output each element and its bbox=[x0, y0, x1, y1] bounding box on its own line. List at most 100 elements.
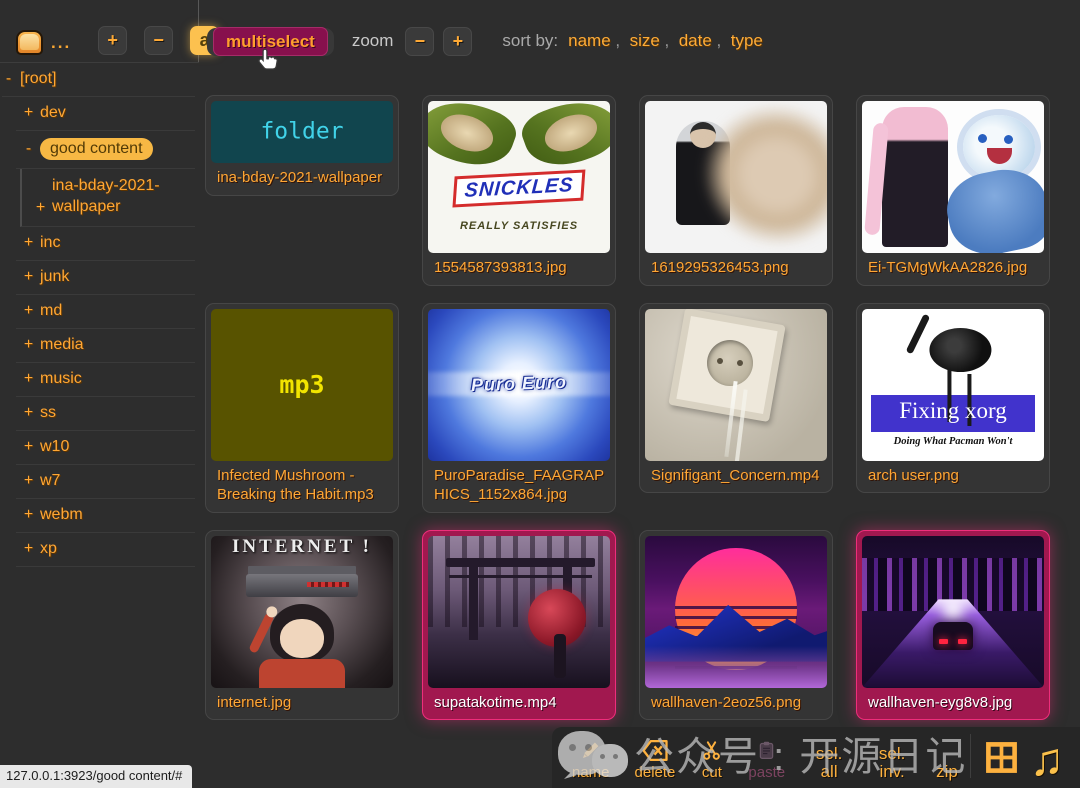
tree-toggle-icon[interactable]: + bbox=[22, 370, 35, 388]
file-tile-arch-user-png[interactable]: Fixing xorgDoing What Pacman Won'tarch u… bbox=[856, 303, 1050, 494]
logo-dots[interactable]: ... bbox=[51, 34, 71, 55]
tree-toggle-icon[interactable]: + bbox=[22, 438, 35, 456]
file-tile-wallhaven-2eoz56-png[interactable]: wallhaven-2eoz56.png bbox=[639, 530, 833, 721]
clipboard-icon bbox=[756, 738, 777, 762]
file-grid: folderina-bday-2021-wallpaperSNICKLESREA… bbox=[205, 95, 1050, 720]
thumbnail-snickles: SNICKLESREALLY SATISFIES bbox=[428, 101, 610, 253]
thumb-text: Puro Euro bbox=[471, 371, 568, 395]
action-sel-inv[interactable]: sel. inv. bbox=[873, 745, 911, 781]
tree-item-label: media bbox=[40, 336, 84, 354]
tree-item-label: dev bbox=[40, 104, 66, 122]
action-paste[interactable]: paste bbox=[748, 738, 785, 781]
tree-toggle-icon[interactable]: + bbox=[34, 199, 47, 217]
folder-tile-ina-bday-2021-wallpaper[interactable]: folderina-bday-2021-wallpaper bbox=[205, 95, 399, 196]
view-controls: ♫ bbox=[983, 737, 1065, 781]
art-layer bbox=[882, 107, 948, 247]
action-zip[interactable]: zip bbox=[936, 763, 958, 781]
zoom-in-button[interactable]: + bbox=[443, 27, 472, 56]
music-note-icon[interactable]: ♫ bbox=[1030, 737, 1065, 781]
tree-item-inc[interactable]: + inc bbox=[16, 227, 195, 261]
tree-item-label: [root] bbox=[20, 70, 56, 88]
topbar-left-controls: ... + − a bbox=[0, 0, 199, 62]
folder-tree: -[root]+dev-good content+ina-bday-2021-w… bbox=[0, 63, 199, 567]
art-layer bbox=[246, 574, 358, 597]
tree-toggle-icon[interactable]: - bbox=[22, 140, 35, 158]
tree-toggle-icon[interactable]: + bbox=[22, 302, 35, 320]
tree-item-junk[interactable]: +junk bbox=[16, 261, 195, 295]
file-tile-internet-jpg[interactable]: INTERNET !internet.jpg bbox=[205, 530, 399, 721]
file-tile-wallhaven-eyg8v8-jpg[interactable]: wallhaven-eyg8v8.jpg bbox=[856, 530, 1050, 721]
file-label: 1619295326453.png bbox=[645, 253, 827, 280]
tree-toggle-icon[interactable]: - bbox=[2, 70, 15, 88]
multiselect-button[interactable]: multiselect bbox=[213, 27, 328, 56]
file-tile-1554587393813-jpg[interactable]: SNICKLESREALLY SATISFIES1554587393813.jp… bbox=[422, 95, 616, 286]
thumbnail-mp3: mp3 bbox=[211, 309, 393, 461]
bottom-toolbar: name delete cut paste sel. all sel. inv. zip ♫ bbox=[552, 727, 1080, 788]
sort-by-label: sort by: bbox=[502, 31, 558, 51]
tree-item-music[interactable]: +music bbox=[16, 363, 195, 397]
art-layer bbox=[707, 340, 753, 386]
action-label: zip bbox=[936, 763, 958, 781]
tree-item-w10[interactable]: +w10 bbox=[16, 431, 195, 465]
thumb-text: REALLY SATISFIES bbox=[460, 220, 578, 232]
thumbnail-internet: INTERNET ! bbox=[211, 536, 393, 688]
file-tile-infected-mushroom-breaking-the-habit-mp3[interactable]: mp3Infected Mushroom - Breaking the Habi… bbox=[205, 303, 399, 513]
file-tile-1619295326453-png[interactable]: 1619295326453.png bbox=[639, 95, 833, 286]
tree-expand-button[interactable]: + bbox=[98, 26, 127, 55]
tree-item-xp[interactable]: +xp bbox=[16, 533, 195, 567]
file-tile-supatakotime-mp4[interactable]: supatakotime.mp4 bbox=[422, 530, 616, 721]
action-name[interactable]: name bbox=[572, 738, 610, 781]
tree-toggle-icon[interactable]: + bbox=[22, 268, 35, 286]
delete-icon bbox=[641, 738, 669, 762]
topbar-main-controls: multiselect zoom − + sort by: namesizeda… bbox=[199, 27, 1080, 62]
action-delete[interactable]: delete bbox=[635, 738, 676, 781]
tree-item-w7[interactable]: + w7 bbox=[16, 465, 195, 499]
action-cut[interactable]: cut bbox=[700, 738, 723, 781]
art-layer bbox=[940, 161, 1044, 253]
logo-toast-icon[interactable] bbox=[16, 30, 43, 55]
tree-toggle-icon[interactable]: + bbox=[22, 234, 35, 252]
action-sel-all[interactable]: sel. all bbox=[810, 745, 848, 781]
tree-toggle-icon[interactable]: + bbox=[22, 336, 35, 354]
thumbnail-arch: Fixing xorgDoing What Pacman Won't bbox=[862, 309, 1044, 461]
tree-item-good-content[interactable]: -good content bbox=[16, 131, 195, 169]
tree-item-media[interactable]: + media bbox=[16, 329, 195, 363]
thumb-text: folder bbox=[211, 118, 393, 144]
tree-toggle-icon[interactable]: + bbox=[22, 506, 35, 524]
sort-option-size[interactable]: size bbox=[630, 31, 679, 50]
tree-item-md[interactable]: +md bbox=[16, 295, 195, 329]
tree-collapse-button[interactable]: − bbox=[144, 26, 173, 55]
sort-option-date[interactable]: date bbox=[679, 31, 731, 50]
tree-item-dev[interactable]: + dev bbox=[16, 97, 195, 131]
tree-toggle-icon[interactable]: + bbox=[22, 472, 35, 490]
art-layer bbox=[259, 659, 345, 688]
tree-toggle-icon[interactable]: + bbox=[22, 104, 35, 122]
tree-item-root[interactable]: -[root] bbox=[2, 63, 195, 97]
tree-item-ina-bday-2021-wallpaper[interactable]: +ina-bday-2021-wallpaper bbox=[20, 169, 195, 227]
tree-item-label: w7 bbox=[40, 472, 60, 490]
action-label: cut bbox=[702, 764, 722, 781]
art-layer bbox=[517, 101, 610, 177]
file-label: Ei-TGMgWkAA2826.jpg bbox=[862, 253, 1044, 280]
action-label: sel. inv. bbox=[873, 745, 911, 781]
file-label: wallhaven-2eoz56.png bbox=[645, 688, 827, 715]
tree-item-ss[interactable]: +ss bbox=[16, 397, 195, 431]
zoom-out-button[interactable]: − bbox=[405, 27, 434, 56]
tree-item-webm[interactable]: +webm bbox=[16, 499, 195, 533]
file-tile-signifigant-concern-mp4[interactable]: Signifigant_Concern.mp4 bbox=[639, 303, 833, 494]
sort-option-type[interactable]: type bbox=[731, 31, 763, 50]
toolbar-actions: name delete cut paste sel. all sel. inv. zip bbox=[572, 738, 958, 781]
topbar: ... + − a multiselect zoom − + sort by: … bbox=[0, 0, 1080, 62]
tree-item-label: inc bbox=[40, 234, 60, 252]
status-bubble: 127.0.0.1:3923/good content/# bbox=[0, 765, 192, 788]
grid-view-icon[interactable] bbox=[983, 739, 1020, 781]
file-label: Infected Mushroom - Breaking the Habit.m… bbox=[211, 461, 393, 507]
tree-toggle-icon[interactable]: + bbox=[22, 540, 35, 558]
tree-toggle-icon[interactable]: + bbox=[22, 404, 35, 422]
sort-option-name[interactable]: name bbox=[568, 31, 629, 50]
file-label: arch user.png bbox=[862, 461, 1044, 488]
art-layer bbox=[270, 604, 334, 662]
file-tile-ei-tgmgwkaa2826-jpg[interactable]: Ei-TGMgWkAA2826.jpg bbox=[856, 95, 1050, 286]
pencil-icon bbox=[579, 738, 602, 762]
file-tile-puroparadise-faagraphics-1152x864-jpg[interactable]: Puro EuroPuroParadise_FAAGRAPHICS_1152x8… bbox=[422, 303, 616, 513]
